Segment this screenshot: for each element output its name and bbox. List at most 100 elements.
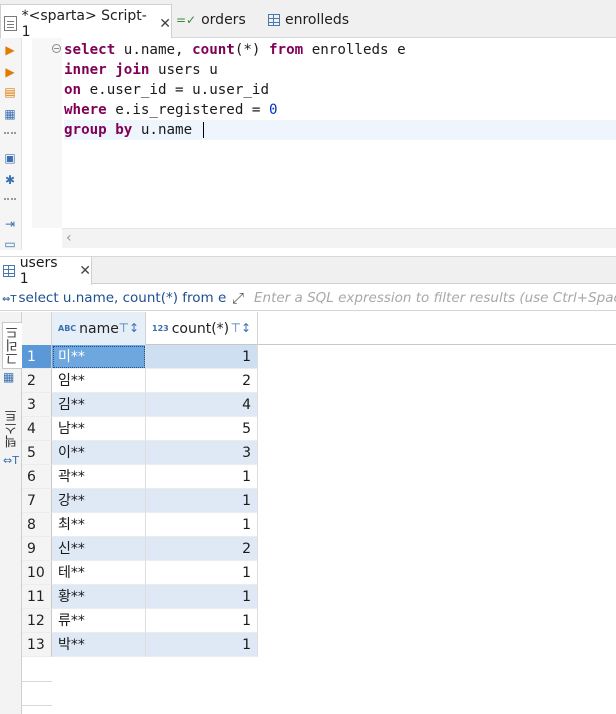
text-icon: ⇔T <box>3 454 19 467</box>
code-line[interactable]: group by u.name <box>64 120 616 140</box>
query-preview[interactable]: ⇔T select u.name, count(*) from e <box>2 290 228 306</box>
name-cell[interactable]: 최** <box>52 513 146 537</box>
row-number-cell[interactable]: 12 <box>22 609 52 633</box>
close-icon[interactable]: ✕ <box>159 16 171 32</box>
name-cell[interactable]: 신** <box>52 537 146 561</box>
count-cell[interactable]: 1 <box>146 633 258 657</box>
table-row[interactable]: 12 류** 1 <box>22 609 616 633</box>
sort-filter-icon[interactable]: ⊤↕ <box>230 321 251 335</box>
document-icon[interactable]: ▭ <box>2 236 18 252</box>
sql-keyword: from <box>269 42 304 58</box>
row-number-cell[interactable]: 8 <box>22 513 52 537</box>
execute-script-icon[interactable]: ▤ <box>2 84 18 100</box>
name-cell[interactable]: 류** <box>52 609 146 633</box>
name-cell[interactable]: 이** <box>52 441 146 465</box>
scroll-left-icon[interactable]: ‹ <box>66 230 72 246</box>
table-row[interactable]: 10 테** 1 <box>22 561 616 585</box>
table-icon <box>268 14 280 26</box>
name-cell[interactable]: 강** <box>52 489 146 513</box>
filter-input[interactable]: Enter a SQL expression to filter results… <box>254 290 616 306</box>
empty-row-line <box>22 681 52 682</box>
number-type-icon: 123 <box>152 324 169 333</box>
execute-new-tab-icon[interactable]: ▶ <box>2 64 18 80</box>
code-line[interactable]: inner join users u <box>64 60 616 80</box>
row-number-cell[interactable]: 5 <box>22 441 52 465</box>
table-row[interactable]: 8 최** 1 <box>22 513 616 537</box>
sql-editor[interactable]: − select u.name, count(*) from enrolleds… <box>22 38 616 250</box>
name-cell[interactable]: 미** <box>52 345 146 369</box>
column-header-name-label: name <box>79 320 119 337</box>
row-number-cell[interactable]: 7 <box>22 489 52 513</box>
count-cell[interactable]: 1 <box>146 585 258 609</box>
count-cell[interactable]: 4 <box>146 393 258 417</box>
row-number-cell[interactable]: 11 <box>22 585 52 609</box>
name-cell[interactable]: 곽** <box>52 465 146 489</box>
sql-text: (*) <box>234 42 270 58</box>
table-row[interactable]: 3 김** 4 <box>22 393 616 417</box>
line-gutter <box>32 38 62 228</box>
name-cell[interactable]: 임** <box>52 369 146 393</box>
table-row[interactable]: 6 곽** 1 <box>22 465 616 489</box>
tab-enrolleds[interactable]: enrolleds <box>268 8 349 32</box>
results-grid[interactable]: ABC name ⊤↕ 123 count(*) ⊤↕ 1 미** 1 2 임** 2 3 김… <box>22 312 616 714</box>
sql-text: e.is_registered = <box>106 102 270 118</box>
row-number-cell[interactable]: 4 <box>22 417 52 441</box>
name-cell[interactable]: 테** <box>52 561 146 585</box>
count-cell[interactable]: 1 <box>146 513 258 537</box>
count-cell[interactable]: 5 <box>146 417 258 441</box>
row-number-cell[interactable]: 13 <box>22 633 52 657</box>
sql-code[interactable]: select u.name, count(*) from enrolleds e… <box>64 40 616 140</box>
code-line[interactable]: where e.is_registered = 0 <box>64 100 616 120</box>
empty-row-line <box>22 705 52 706</box>
explain-plan-icon[interactable]: ▦ <box>2 106 18 122</box>
sort-filter-icon[interactable]: ⊤↕ <box>118 321 139 335</box>
count-cell[interactable]: 1 <box>146 465 258 489</box>
tab-orders[interactable]: =✓ orders <box>176 8 246 32</box>
editor-toolbar: ▶ ▶ ▤ ▦ ▣ ✱ ⇥ ▭ <box>0 38 22 252</box>
count-cell[interactable]: 1 <box>146 609 258 633</box>
table-row[interactable]: 2 임** 2 <box>22 369 616 393</box>
tab-script-1[interactable]: *<sparta> Script-1 ✕ <box>0 4 172 40</box>
table-row[interactable]: 11 황** 1 <box>22 585 616 609</box>
count-cell[interactable]: 1 <box>146 345 258 369</box>
row-number-cell[interactable]: 6 <box>22 465 52 489</box>
close-icon[interactable]: ✕ <box>79 263 91 279</box>
table-row[interactable]: 4 남** 5 <box>22 417 616 441</box>
execute-icon[interactable]: ▶ <box>2 42 18 58</box>
expand-icon[interactable]: ⤢ <box>232 289 244 307</box>
name-cell[interactable]: 남** <box>52 417 146 441</box>
name-cell[interactable]: 김** <box>52 393 146 417</box>
text-view-tab[interactable]: 텍스트 <box>2 406 23 451</box>
count-cell[interactable]: 1 <box>146 489 258 513</box>
tab-users-1[interactable]: users 1 ✕ <box>0 255 92 287</box>
count-cell[interactable]: 1 <box>146 561 258 585</box>
sql-text: e.user_id = u.user_id <box>81 82 270 98</box>
row-number-cell[interactable]: 3 <box>22 393 52 417</box>
row-number-cell[interactable]: 10 <box>22 561 52 585</box>
name-cell[interactable]: 황** <box>52 585 146 609</box>
table-row[interactable]: 5 이** 3 <box>22 441 616 465</box>
column-header-count[interactable]: 123 count(*) ⊤↕ <box>146 312 258 345</box>
table-row[interactable]: 1 미** 1 <box>22 345 616 369</box>
code-line[interactable]: select u.name, count(*) from enrolleds e <box>64 40 616 60</box>
gear-icon[interactable]: ✱ <box>2 172 18 188</box>
console-icon[interactable]: ▣ <box>2 150 18 166</box>
table-row[interactable]: 7 강** 1 <box>22 489 616 513</box>
export-icon[interactable]: ⇥ <box>2 216 18 232</box>
count-cell[interactable]: 2 <box>146 537 258 561</box>
row-number-cell[interactable]: 2 <box>22 369 52 393</box>
name-cell[interactable]: 박** <box>52 633 146 657</box>
fold-toggle-icon[interactable]: − <box>52 44 61 53</box>
row-number-cell[interactable]: 1 <box>22 345 52 369</box>
row-number-header[interactable] <box>22 312 52 345</box>
column-header-name[interactable]: ABC name ⊤↕ <box>52 312 146 345</box>
code-line[interactable]: on e.user_id = u.user_id <box>64 80 616 100</box>
count-cell[interactable]: 3 <box>146 441 258 465</box>
table-icon <box>3 265 15 277</box>
row-number-cell[interactable]: 9 <box>22 537 52 561</box>
count-cell[interactable]: 2 <box>146 369 258 393</box>
horizontal-scrollbar[interactable]: ‹ <box>62 228 616 248</box>
table-row[interactable]: 9 신** 2 <box>22 537 616 561</box>
table-row[interactable]: 13 박** 1 <box>22 633 616 657</box>
grid-view-label: 그리드 <box>6 326 21 365</box>
